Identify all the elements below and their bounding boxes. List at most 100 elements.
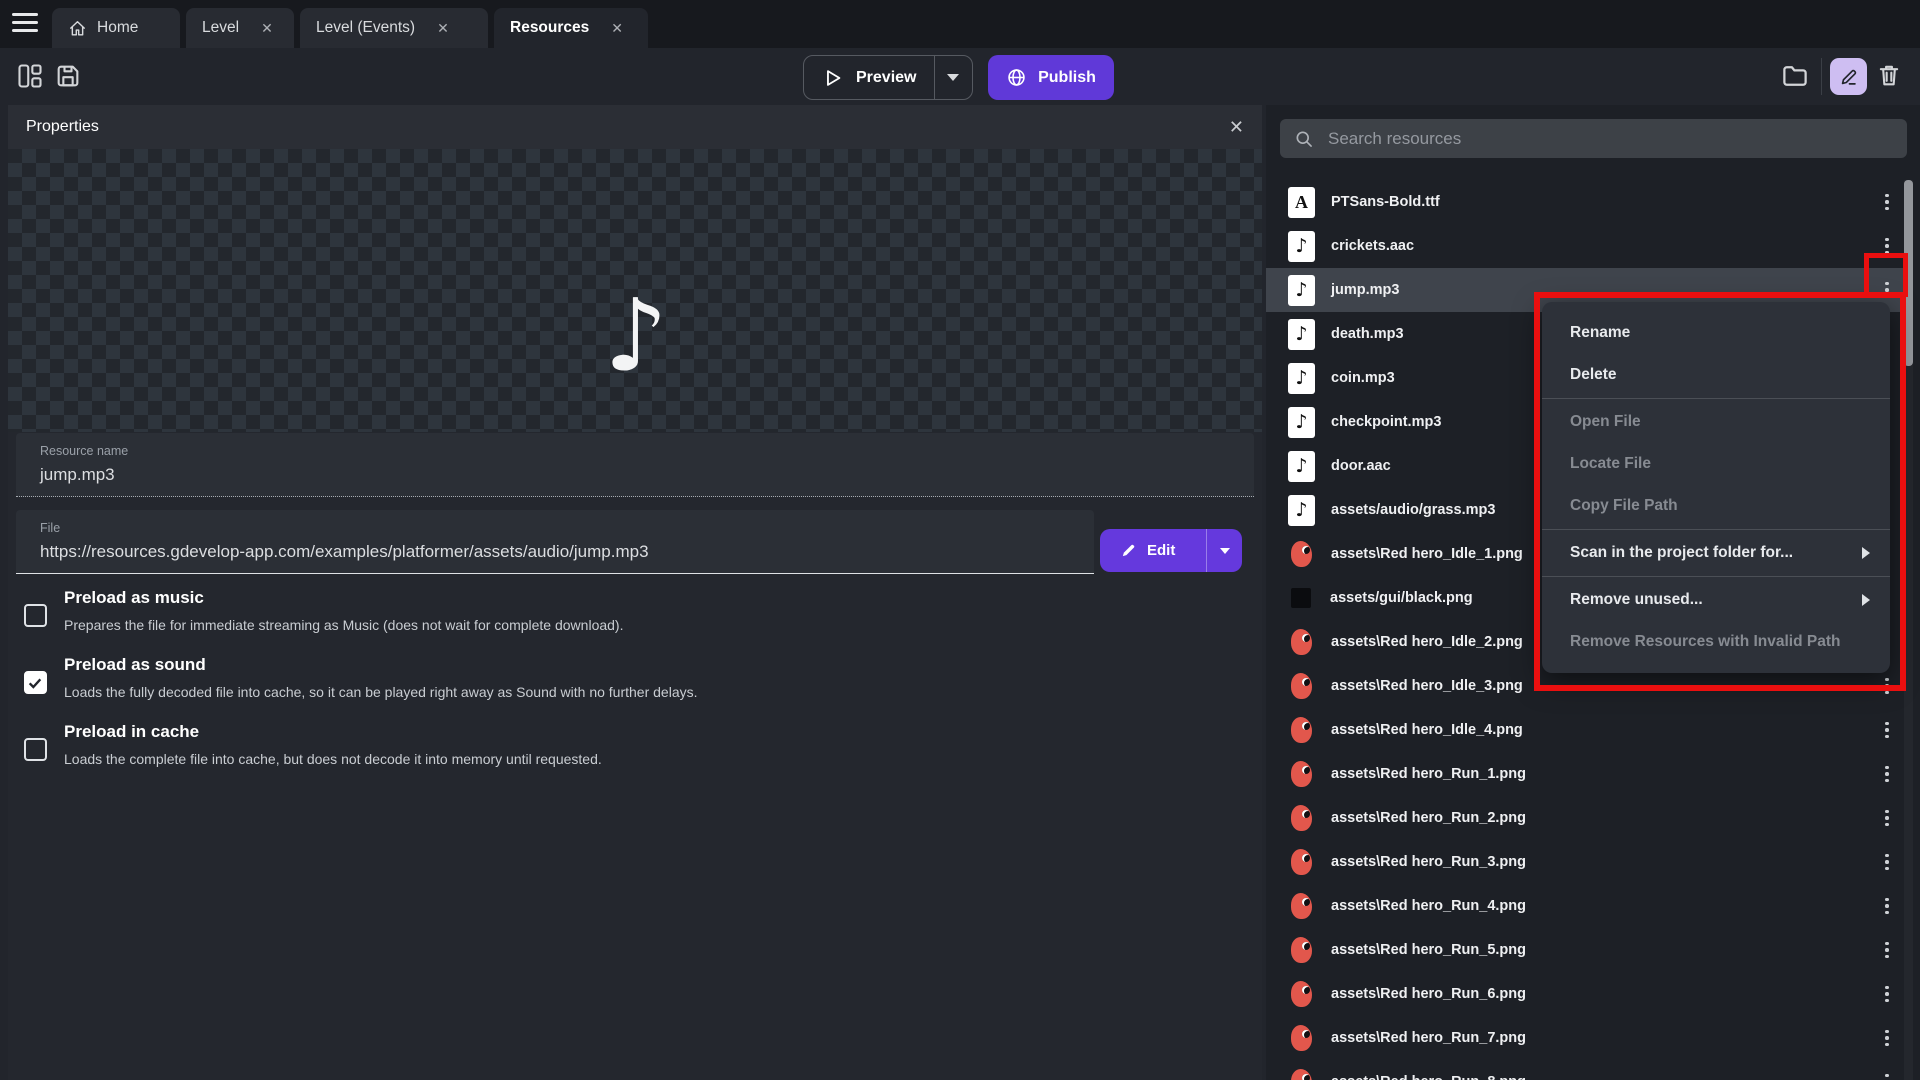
- properties-title: Properties: [26, 118, 99, 136]
- project-manager-icon[interactable]: [16, 62, 44, 90]
- checkbox-description: Loads the complete file into cache, but …: [64, 751, 602, 767]
- kebab-menu-icon[interactable]: [1874, 752, 1900, 796]
- tab-level-events[interactable]: Level (Events) ✕: [300, 8, 488, 48]
- kebab-menu-icon[interactable]: [1874, 708, 1900, 752]
- menu-item-label: Delete: [1570, 366, 1617, 384]
- file-label: File: [40, 521, 60, 535]
- resource-row[interactable]: crickets.aac: [1266, 224, 1906, 268]
- resource-name: assets\Red hero_Run_3.png: [1331, 854, 1526, 870]
- menu-item-scan-project-folder[interactable]: Scan in the project folder for...: [1542, 532, 1890, 574]
- resource-name: checkpoint.mp3: [1331, 414, 1441, 430]
- resource-row[interactable]: assets\Red hero_Run_1.png: [1266, 752, 1906, 796]
- resource-name: assets\Red hero_Idle_4.png: [1331, 722, 1523, 738]
- kebab-menu-icon[interactable]: [1874, 224, 1900, 268]
- close-icon[interactable]: ✕: [611, 20, 623, 37]
- tab-home[interactable]: Home: [52, 8, 180, 48]
- save-icon[interactable]: [54, 62, 82, 90]
- checkbox-preload-in-cache[interactable]: [24, 738, 47, 761]
- submenu-arrow-icon: [1862, 547, 1870, 559]
- resource-name: PTSans-Bold.ttf: [1331, 194, 1440, 210]
- black-image-icon: [1291, 588, 1311, 608]
- search-input[interactable]: Search resources: [1280, 119, 1907, 158]
- kebab-menu-icon[interactable]: [1874, 180, 1900, 224]
- resource-toolbar-actions: [1770, 48, 1920, 105]
- kebab-menu-icon[interactable]: [1874, 796, 1900, 840]
- resource-row[interactable]: assets\Red hero_Run_8.png: [1266, 1060, 1906, 1080]
- edit-dropdown-button[interactable]: [1206, 529, 1242, 572]
- gdevelop-window: Home Level ✕ Level (Events) ✕ Resources …: [0, 0, 1920, 1080]
- publish-button[interactable]: Publish: [988, 55, 1114, 100]
- properties-header: Properties ✕: [8, 105, 1262, 149]
- resource-name-field[interactable]: Resource name jump.mp3: [16, 433, 1254, 497]
- menu-item-remove-unused[interactable]: Remove unused...: [1542, 579, 1890, 621]
- resource-row[interactable]: PTSans-Bold.ttf: [1266, 180, 1906, 224]
- red-hero-sprite-icon: [1291, 893, 1312, 919]
- kebab-menu-icon[interactable]: [1874, 840, 1900, 884]
- resource-preview-area: ♪: [8, 149, 1262, 432]
- resource-name: assets\Red hero_Run_8.png: [1331, 1074, 1526, 1080]
- resource-row[interactable]: assets\Red hero_Run_2.png: [1266, 796, 1906, 840]
- toolbar: Preview Publish: [0, 48, 1920, 105]
- checkbox-preload-as-music[interactable]: [24, 604, 47, 627]
- kebab-menu-icon[interactable]: [1874, 1060, 1900, 1080]
- close-icon[interactable]: ✕: [1229, 117, 1244, 138]
- resource-name: coin.mp3: [1331, 370, 1395, 386]
- preview-label: Preview: [856, 69, 916, 87]
- kebab-menu-icon[interactable]: [1874, 972, 1900, 1016]
- menu-item-label: Locate File: [1570, 455, 1651, 473]
- kebab-menu-icon[interactable]: [1874, 928, 1900, 972]
- preview-button[interactable]: Preview: [803, 55, 973, 100]
- resource-row[interactable]: assets\Red hero_Run_5.png: [1266, 928, 1906, 972]
- edit-resource-button[interactable]: [1830, 58, 1867, 95]
- menu-item-label: Rename: [1570, 324, 1630, 342]
- tab-label: Home: [97, 19, 138, 37]
- close-icon[interactable]: ✕: [261, 20, 273, 37]
- preload-as-sound-option: Preload as sound Loads the fully decoded…: [16, 655, 1116, 719]
- red-hero-sprite-icon: [1291, 937, 1312, 963]
- resource-row[interactable]: assets\Red hero_Run_3.png: [1266, 840, 1906, 884]
- tab-resources[interactable]: Resources ✕: [494, 8, 648, 48]
- red-hero-sprite-icon: [1291, 1069, 1312, 1080]
- chevron-down-icon: [947, 74, 959, 81]
- checkbox-preload-as-sound[interactable]: [24, 671, 47, 694]
- menu-item-rename[interactable]: Rename: [1542, 312, 1890, 354]
- edit-file-button[interactable]: Edit: [1100, 529, 1242, 572]
- resource-name: assets\Red hero_Run_4.png: [1331, 898, 1526, 914]
- resource-name: crickets.aac: [1331, 238, 1414, 254]
- menu-item-remove-invalid-path: Remove Resources with Invalid Path: [1542, 621, 1890, 663]
- kebab-menu-icon[interactable]: [1874, 884, 1900, 928]
- resource-name: assets\Red hero_Run_6.png: [1331, 986, 1526, 1002]
- resource-row[interactable]: assets\Red hero_Idle_4.png: [1266, 708, 1906, 752]
- home-icon: [68, 19, 87, 38]
- red-hero-sprite-icon: [1291, 673, 1312, 699]
- checkbox-description: Prepares the file for immediate streamin…: [64, 617, 623, 633]
- search-placeholder: Search resources: [1328, 129, 1461, 149]
- audio-file-icon: [1288, 319, 1315, 350]
- tab-level[interactable]: Level ✕: [186, 8, 294, 48]
- scrollbar-thumb[interactable]: [1904, 180, 1913, 366]
- menu-item-copy-file-path: Copy File Path: [1542, 485, 1890, 527]
- resource-row[interactable]: assets\Red hero_Run_7.png: [1266, 1016, 1906, 1060]
- globe-icon: [1006, 67, 1027, 88]
- preview-dropdown-button[interactable]: [934, 56, 971, 99]
- tab-label: Resources: [510, 19, 589, 37]
- menu-item-delete[interactable]: Delete: [1542, 354, 1890, 396]
- properties-panel: Properties ✕ ♪ Resource name jump.mp3 Fi…: [8, 105, 1262, 1080]
- resource-row[interactable]: assets\Red hero_Run_4.png: [1266, 884, 1906, 928]
- preload-as-music-option: Preload as music Prepares the file for i…: [16, 588, 1116, 652]
- kebab-menu-icon[interactable]: [1874, 1016, 1900, 1060]
- resource-name: assets\Red hero_Run_1.png: [1331, 766, 1526, 782]
- hamburger-menu-icon[interactable]: [12, 13, 42, 35]
- resource-row[interactable]: assets\Red hero_Run_6.png: [1266, 972, 1906, 1016]
- edit-label: Edit: [1147, 542, 1175, 559]
- resource-context-menu: Rename Delete Open File Locate File Copy…: [1542, 302, 1890, 673]
- close-icon[interactable]: ✕: [437, 20, 449, 37]
- tab-label: Level (Events): [316, 19, 415, 37]
- music-note-icon: ♪: [604, 277, 668, 394]
- resource-name: jump.mp3: [1331, 282, 1399, 298]
- red-hero-sprite-icon: [1291, 1025, 1312, 1051]
- trash-icon[interactable]: [1875, 61, 1903, 89]
- file-field[interactable]: File https://resources.gdevelop-app.com/…: [16, 510, 1094, 574]
- folder-icon[interactable]: [1780, 61, 1810, 91]
- pencil-icon: [1120, 542, 1137, 559]
